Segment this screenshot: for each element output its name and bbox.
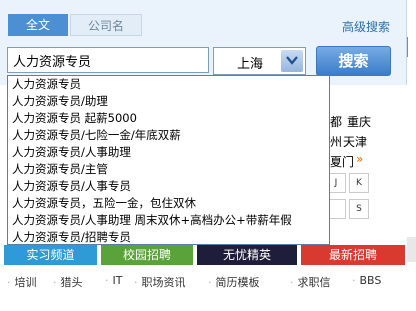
city-link[interactable]: 都 (330, 113, 342, 130)
bottom-nav: · 培训 · 猎头 · IT · 职场资讯 · 简历模板 · 求职信 · BBS (0, 274, 406, 292)
adjacent-window-edge (407, 0, 416, 311)
suggestion-item[interactable]: 人力资源专员/助理 (12, 93, 108, 110)
suggestion-item[interactable]: 人力资源专员，五险一金，包住双休 (12, 195, 196, 212)
letter-button[interactable]: K (349, 173, 369, 193)
search-input[interactable] (7, 47, 209, 73)
nav-link-it[interactable]: · IT (105, 274, 122, 287)
nav-link-bbs[interactable]: · BBS (352, 274, 381, 287)
more-cities-arrow[interactable]: » (356, 152, 363, 166)
search-button[interactable]: 搜索 (316, 46, 391, 76)
suggestion-item[interactable]: 人力资源专员/人事专员 (12, 178, 131, 195)
nav-link-training[interactable]: · 培训 (7, 274, 37, 290)
city-select[interactable]: 上海 (213, 47, 306, 75)
nav-link-resume-templates[interactable]: · 简历模板 (208, 274, 260, 290)
nav-link-career-news[interactable]: · 职场资讯 (134, 274, 186, 290)
advanced-search-link[interactable]: 高级搜索 (342, 18, 390, 35)
banner-latest[interactable]: 最新招聘 (301, 245, 405, 265)
suggestion-item[interactable]: 人力资源专员/招聘专员 (12, 229, 131, 246)
suggestion-item[interactable]: 人力资源专员/主管 (12, 161, 108, 178)
city-link[interactable]: 天津 (343, 133, 367, 150)
tab-fulltext[interactable]: 全文 (8, 14, 68, 36)
adjacent-window-bar (407, 237, 416, 262)
city-link[interactable]: 夏门 (330, 153, 354, 170)
letter-button[interactable]: S (349, 199, 369, 219)
chevron-down-icon[interactable] (281, 50, 303, 72)
banner-internship[interactable]: 实习频道 (4, 245, 97, 265)
suggestion-item[interactable]: 人力资源专员/人事助理 (12, 144, 131, 161)
nav-link-headhunter[interactable]: · 猎头 (53, 274, 83, 290)
autocomplete-dropdown: 人力资源专员 人力资源专员/助理 人力资源专员 起薪5000 人力资源专员/七险… (7, 75, 330, 245)
tab-company-name[interactable]: 公司名 (70, 14, 142, 36)
city-select-value: 上海 (237, 57, 264, 72)
suggestion-item[interactable]: 人力资源专员/人事助理 周末双休+高档办公+带薪年假 (12, 212, 292, 229)
city-link[interactable]: 重庆 (347, 113, 371, 130)
suggestion-item[interactable]: 人力资源专员 起薪5000 (12, 110, 137, 127)
banner-elite[interactable]: 无忧精英 (197, 245, 297, 265)
city-link[interactable]: 州 (330, 133, 342, 150)
nav-link-cover-letter[interactable]: · 求职信 (290, 274, 331, 290)
suggestion-item[interactable]: 人力资源专员 (12, 76, 81, 93)
suggestion-item[interactable]: 人力资源专员/七险一金/年底双薪 (12, 127, 181, 144)
banner-campus[interactable]: 校园招聘 (101, 245, 193, 265)
adjacent-window-control (407, 37, 416, 57)
search-panel: 全文 公司名 高级搜索 上海 搜索 都 重庆 州 天津 夏门 » J K S 实… (0, 0, 407, 311)
